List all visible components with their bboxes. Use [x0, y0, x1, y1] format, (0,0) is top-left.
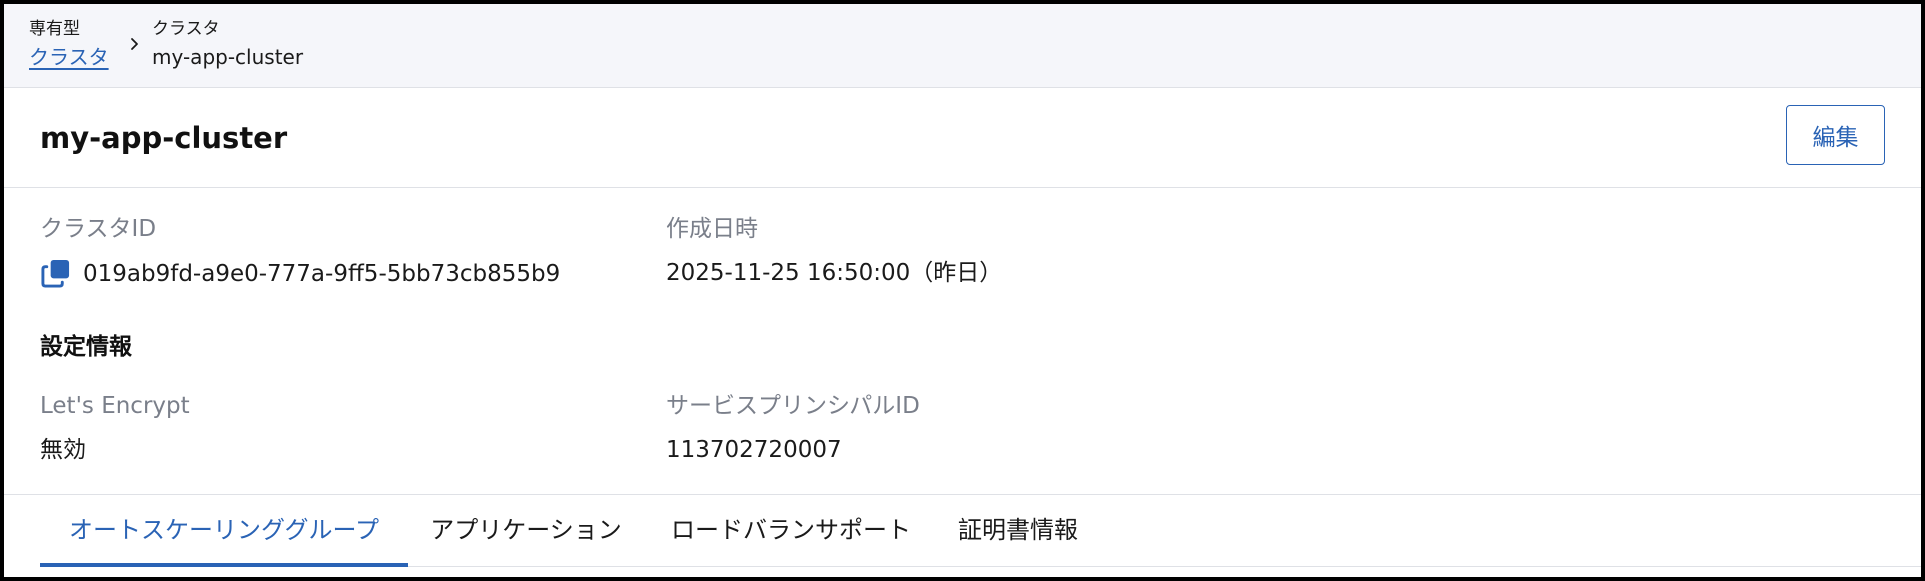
cluster-id-row: 019ab9fd-a9e0-777a-9ff5-5bb73cb855b9 [40, 258, 560, 289]
lets-encrypt-label: Let's Encrypt [40, 393, 190, 419]
copy-icon[interactable] [40, 258, 71, 289]
cluster-id-label: クラスタID [40, 216, 157, 242]
service-principal-label: サービスプリンシパルID [666, 393, 920, 419]
tab-bar: オートスケーリンググループ アプリケーション ロードバランサポート 証明書情報 [40, 495, 1921, 567]
settings-heading: 設定情報 [40, 334, 132, 360]
breadcrumb-category: 専有型 [29, 19, 80, 39]
tab-load-balancer-ports[interactable]: ロードバランサポート [668, 495, 914, 567]
breadcrumb-current: my-app-cluster [152, 45, 304, 69]
lets-encrypt-value: 無効 [40, 437, 86, 463]
breadcrumb-item-clusters: 専有型 クラスタ [29, 18, 109, 71]
breadcrumb-item-current: クラスタ my-app-cluster [152, 18, 303, 71]
lets-encrypt-field: Let's Encrypt 無効 [40, 391, 190, 465]
chevron-right-icon [131, 38, 138, 50]
tab-certificates[interactable]: 証明書情報 [956, 495, 1080, 567]
cluster-id-field: クラスタID 019ab9fd-a9e0-777a-9ff5-5bb73cb85… [40, 214, 560, 289]
cluster-id-value: 019ab9fd-a9e0-777a-9ff5-5bb73cb855b9 [83, 260, 561, 287]
breadcrumb-category: クラスタ [152, 19, 220, 39]
page-header: my-app-cluster 編集 [4, 88, 1921, 188]
page-title: my-app-cluster [40, 121, 288, 155]
created-at-label: 作成日時 [666, 216, 758, 242]
service-principal-value: 113702720007 [666, 437, 842, 463]
created-at-field: 作成日時 2025-11-25 16:50:00（昨日） [666, 214, 1002, 288]
tab-applications[interactable]: アプリケーション [426, 495, 626, 567]
created-at-value: 2025-11-25 16:50:00（昨日） [666, 260, 1003, 286]
app-window: 専有型 クラスタ クラスタ my-app-cluster my-app-clus… [0, 0, 1925, 581]
breadcrumb: 専有型 クラスタ クラスタ my-app-cluster [4, 4, 1921, 88]
edit-button[interactable]: 編集 [1786, 105, 1885, 165]
breadcrumb-link-clusters[interactable]: クラスタ [29, 43, 109, 71]
tab-autoscaling-groups[interactable]: オートスケーリンググループ [40, 495, 408, 567]
service-principal-field: サービスプリンシパルID 113702720007 [666, 391, 920, 465]
